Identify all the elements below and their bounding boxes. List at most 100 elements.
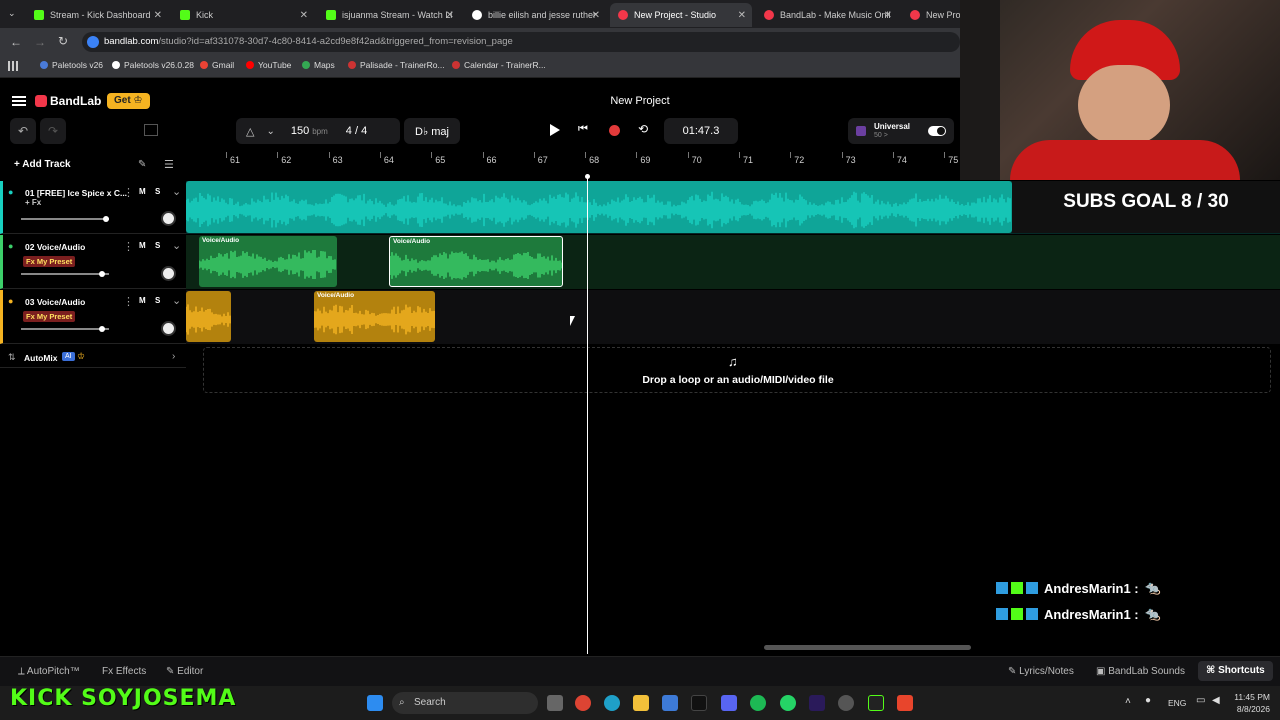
solo-button[interactable]: S — [155, 241, 160, 250]
loop-icon[interactable]: ⟲ — [638, 122, 648, 136]
network-icon[interactable]: ▭ — [1196, 695, 1205, 706]
lyrics-button[interactable]: ✎ Lyrics/Notes — [1008, 666, 1074, 677]
close-icon[interactable]: ✕ — [738, 10, 746, 21]
apps-grid-icon[interactable] — [8, 61, 18, 71]
chevron-down-icon[interactable]: ⌄ — [172, 294, 181, 307]
url-field[interactable]: bandlab.com/studio?id=af331078-30d7-4c80… — [82, 32, 960, 52]
close-icon[interactable]: ✕ — [300, 10, 308, 21]
taskbar-search[interactable]: ⌕ Search — [392, 692, 538, 714]
pencil-icon[interactable]: ✎ — [138, 159, 146, 170]
track-menu-icon[interactable]: ⋮ — [123, 295, 134, 308]
solo-button[interactable]: S — [155, 296, 160, 305]
time-signature[interactable]: 4 / 4 — [346, 125, 367, 137]
mute-button[interactable]: M — [139, 187, 146, 196]
clock-time[interactable]: 11:45 PM — [1230, 692, 1270, 702]
chevron-right-icon[interactable]: › — [172, 351, 175, 362]
back-icon[interactable]: ← — [10, 35, 22, 49]
premiere-icon[interactable] — [809, 695, 825, 711]
pan-knob[interactable] — [161, 266, 176, 281]
mute-button[interactable]: M — [139, 241, 146, 250]
effects-button[interactable]: Fx Effects — [102, 666, 146, 677]
tempo-value[interactable]: 150 — [291, 125, 309, 137]
store-icon[interactable] — [662, 695, 678, 711]
fx-preset-badge[interactable]: Fx My Preset — [23, 311, 76, 322]
obs-icon[interactable] — [868, 695, 884, 711]
close-icon[interactable]: ✕ — [592, 10, 600, 21]
audio-clip[interactable]: Voice/Audio — [314, 291, 435, 342]
filter-icon[interactable]: ☰ — [164, 158, 174, 171]
volume-icon[interactable]: ◀ — [1212, 695, 1220, 706]
browser-tab[interactable]: Stream - Kick Dashboard ✕ — [26, 3, 168, 27]
forward-icon[interactable]: → — [34, 35, 46, 49]
close-icon[interactable]: ✕ — [446, 10, 454, 21]
automix-row[interactable]: ⇅ AutoMix AI ♔ › — [0, 348, 186, 368]
chevron-down-icon[interactable]: ⌄ — [172, 239, 181, 252]
universal-toggle[interactable] — [928, 126, 947, 136]
bookmark[interactable]: Gmail — [200, 60, 234, 70]
track-header[interactable]: ● 01 [FREE] Ice Spice x C... + Fx M S ⋮ … — [0, 181, 186, 234]
bookmark[interactable]: Palisade - TrainerRo... — [348, 60, 445, 70]
clock-date[interactable]: 8/8/2026 — [1230, 704, 1270, 714]
project-title[interactable]: New Project — [560, 95, 720, 107]
sounds-button[interactable]: ▣ BandLab Sounds — [1096, 666, 1185, 677]
chrome-icon[interactable] — [575, 695, 591, 711]
chevron-up-icon[interactable]: ˄ — [1125, 696, 1131, 707]
track-header[interactable]: ● 03 Voice/Audio Fx My Preset M S ⋮ ⌄ — [0, 290, 186, 344]
undo-button[interactable]: ↶ — [10, 118, 36, 144]
chevron-down-icon[interactable]: ⌄ — [172, 185, 181, 198]
site-info-icon[interactable] — [87, 36, 99, 48]
track-lane[interactable] — [186, 235, 1280, 289]
task-view-icon[interactable] — [547, 695, 563, 711]
volume-slider[interactable] — [21, 216, 109, 222]
audio-clip-selected[interactable]: Voice/Audio — [389, 236, 563, 287]
playhead-handle[interactable] — [585, 174, 590, 179]
whatsapp-icon[interactable] — [780, 695, 796, 711]
tab-list-icon[interactable]: ⌄ — [8, 8, 16, 19]
add-track-button[interactable]: + Add Track — [14, 159, 71, 170]
audio-clip[interactable]: Voice/Audio — [199, 236, 337, 287]
browser-tab[interactable]: New Proje — [902, 3, 960, 27]
menu-icon[interactable] — [12, 96, 26, 106]
pan-knob[interactable] — [161, 211, 176, 226]
audio-clip[interactable] — [186, 291, 231, 342]
editor-button[interactable]: ✎ Editor — [166, 666, 203, 677]
pan-knob[interactable] — [161, 321, 176, 336]
fx-button[interactable]: + Fx — [25, 198, 41, 207]
language-indicator[interactable]: ENG — [1168, 698, 1186, 708]
tiktok-icon[interactable] — [691, 695, 707, 711]
brave-icon[interactable] — [897, 695, 913, 711]
browser-tab-active[interactable]: New Project - Studio ✕ — [610, 3, 752, 27]
browser-tab[interactable]: isjuanma Stream - Watch Li ✕ — [318, 3, 460, 27]
bookmark[interactable]: Calendar - TrainerR... — [452, 60, 546, 70]
shortcuts-button[interactable]: ⌘ Shortcuts — [1198, 661, 1273, 681]
key-selector[interactable]: D♭ maj — [404, 118, 460, 144]
close-icon[interactable]: ✕ — [154, 10, 162, 21]
track-menu-icon[interactable]: ⋮ — [123, 240, 134, 253]
track-menu-icon[interactable]: ⋮ — [123, 186, 134, 199]
spotify-icon[interactable] — [750, 695, 766, 711]
play-icon[interactable] — [550, 124, 560, 136]
audio-clip[interactable] — [186, 181, 1012, 233]
file-explorer-icon[interactable] — [633, 695, 649, 711]
edge-icon[interactable] — [604, 695, 620, 711]
autopitch-button[interactable]: ⟂ AutoPitch™ — [18, 666, 80, 677]
chevron-down-icon[interactable]: ⌄ — [266, 126, 274, 137]
volume-slider[interactable] — [21, 326, 109, 332]
windows-start-icon[interactable] — [367, 695, 383, 711]
reload-icon[interactable]: ↻ — [58, 34, 68, 48]
universal-panel[interactable]: Universal 50 > — [848, 118, 954, 144]
metronome-icon[interactable]: △ — [246, 125, 254, 138]
browser-tab[interactable]: Kick ✕ — [172, 3, 314, 27]
horizontal-scrollbar[interactable] — [764, 645, 971, 650]
playhead[interactable] — [587, 176, 588, 654]
settings-icon[interactable] — [838, 695, 854, 711]
bandlab-logo[interactable]: BandLab — [35, 94, 101, 108]
mute-button[interactable]: M — [139, 296, 146, 305]
browser-tab[interactable]: billie eilish and jesse ruther ✕ — [464, 3, 606, 27]
redo-button[interactable]: ↷ — [40, 118, 66, 144]
mic-icon[interactable]: ● — [1145, 695, 1151, 706]
discord-icon[interactable] — [721, 695, 737, 711]
drop-zone[interactable]: ♫ Drop a loop or an audio/MIDI/video fil… — [203, 347, 1271, 393]
bookmark[interactable]: Paletools v26 — [40, 60, 103, 70]
volume-slider[interactable] — [21, 271, 109, 277]
